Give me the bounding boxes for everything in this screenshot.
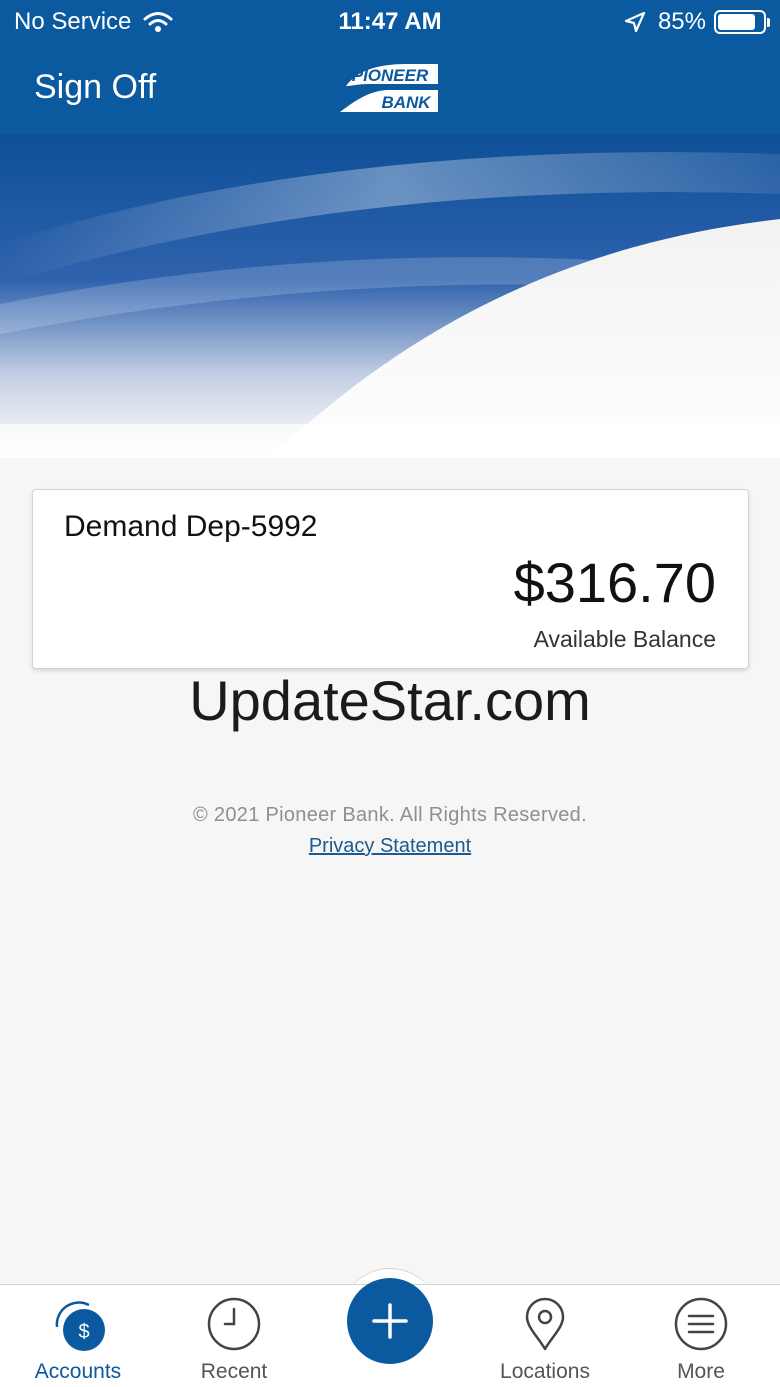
map-pin-icon [525, 1297, 565, 1351]
location-arrow-icon [624, 11, 646, 33]
tab-label-recent: Recent [200, 1360, 268, 1383]
accounts-dollar-icon: $ [55, 1301, 105, 1351]
status-right: 85% [624, 8, 770, 36]
hero-banner [0, 134, 780, 458]
copyright-text: © 2021 Pioneer Bank. All Rights Reserved… [193, 804, 587, 826]
battery-percent: 85% [657, 8, 706, 35]
tab-label-accounts: Accounts [34, 1360, 122, 1383]
account-balance: $316.70 [513, 551, 716, 614]
tab-locations[interactable]: Locations [480, 1285, 610, 1387]
menu-icon [674, 1297, 728, 1351]
account-card[interactable]: Demand Dep-5992 $316.70 Available Balanc… [32, 489, 749, 669]
nav-bar: Sign Off PIONEER BANK [0, 44, 780, 134]
plus-icon [372, 1303, 408, 1339]
battery-icon [714, 10, 770, 34]
battery-level-fill [718, 14, 756, 30]
watermark-text: UpdateStar.com [189, 669, 591, 732]
account-name: Demand Dep-5992 [64, 510, 318, 543]
add-action-button[interactable] [347, 1278, 433, 1364]
tab-more[interactable]: More [636, 1285, 766, 1387]
available-balance-label: Available Balance [533, 626, 716, 652]
status-bar: No Service 11:47 AM 85% [0, 0, 780, 44]
logo-text-bank: BANK [381, 93, 432, 112]
tab-label-locations: Locations [500, 1360, 590, 1383]
privacy-statement-link[interactable]: Privacy Statement [0, 835, 780, 858]
logo-text-pioneer: PIONEER [352, 66, 429, 85]
tab-accounts[interactable]: $ Accounts [13, 1285, 143, 1387]
tab-recent[interactable]: Recent [169, 1285, 299, 1387]
svg-text:$: $ [78, 1321, 89, 1343]
sign-off-button[interactable]: Sign Off [34, 68, 156, 107]
tab-label-more: More [677, 1360, 725, 1383]
pioneer-bank-logo: PIONEER BANK [340, 64, 438, 112]
app-header: No Service 11:47 AM 85% Sign Off PIONEER… [0, 0, 780, 134]
clock-icon [207, 1297, 261, 1351]
